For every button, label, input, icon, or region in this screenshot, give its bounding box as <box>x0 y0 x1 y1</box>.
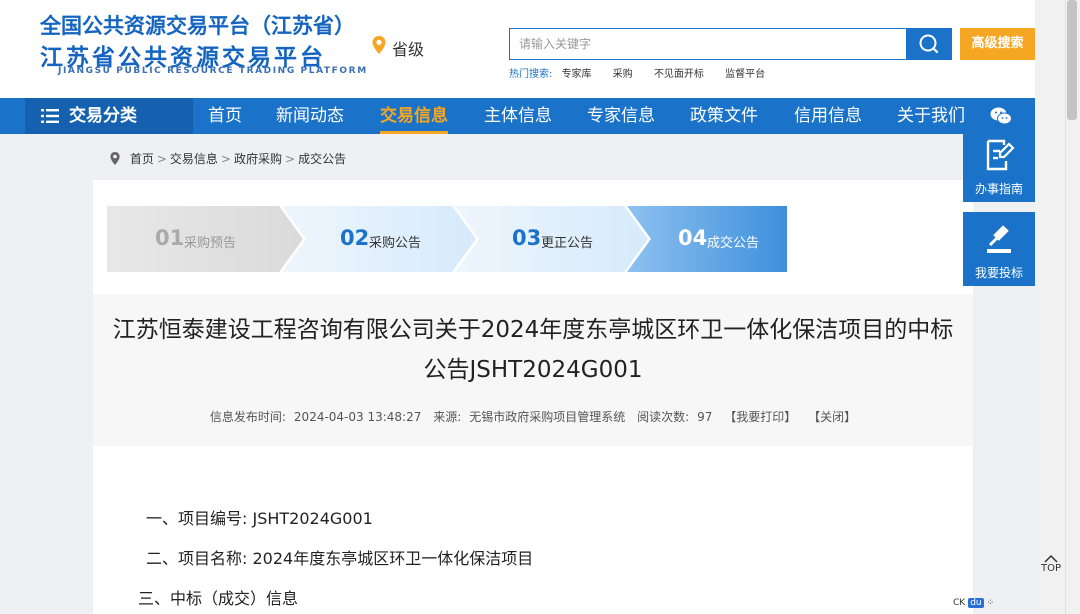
content-line-project-name: 二、项目名称: 2024年度东亭城区环卫一体化保洁项目 <box>146 549 534 568</box>
breadcrumb-link[interactable]: 交易信息 <box>170 152 218 166</box>
search-icon <box>919 34 939 54</box>
nav-item-credit[interactable]: 信用信息 <box>794 98 862 134</box>
hot-searches: 热门搜索: 专家库 采购 不见面开标 监督平台 <box>509 65 783 80</box>
back-to-top-label: TOP <box>1040 563 1061 574</box>
print-link[interactable]: 【我要打印】 <box>724 410 796 424</box>
breadcrumb-link[interactable]: 首页 <box>130 152 154 166</box>
publish-time: 2024-04-03 13:48:27 <box>293 410 422 424</box>
site-header: 全国公共资源交易平台（江苏省） 江苏省公共资源交易平台 JIANGSU PUBL… <box>0 0 1035 98</box>
category-menu-label: 交易分类 <box>69 106 137 126</box>
process-steps: 01 采购预告 02 采购公告 03 更正公告 04 成交公告 <box>107 206 787 272</box>
step-label: 更正公告 <box>541 236 594 251</box>
article-title: 江苏恒泰建设工程咨询有限公司关于2024年度东亭城区环卫一体化保洁项目的中标公告… <box>112 317 954 383</box>
du-badge[interactable]: du <box>968 598 984 608</box>
content-line-project-number: 一、项目编号: JSHT2024G001 <box>146 509 373 528</box>
guide-float-label: 办事指南 <box>974 182 1023 196</box>
hot-search-link[interactable]: 不见面开标 <box>654 69 704 80</box>
step-label: 成交公告 <box>707 236 760 251</box>
step-number: 03 <box>512 226 542 250</box>
nav-item-about[interactable]: 关于我们 <box>897 98 965 134</box>
nav-item-policy[interactable]: 政策文件 <box>690 98 758 134</box>
article-meta: 信息发布时间: 2024-04-03 13:48:27 来源: 无锡市政府采购项目管… <box>93 408 973 425</box>
chevron-up-icon <box>1044 554 1058 563</box>
search-box <box>509 28 907 60</box>
document-edit-icon <box>986 139 1015 171</box>
search-input[interactable] <box>510 29 907 59</box>
advanced-search-button[interactable]: 高级搜索 <box>960 28 1035 60</box>
dots-icon[interactable]: ⁘ <box>987 598 995 608</box>
guide-float-button[interactable]: 办事指南 <box>963 128 1035 202</box>
breadcrumb-current: 成交公告 <box>298 152 347 166</box>
source: 无锡市政府采购项目管理系统 <box>469 410 626 424</box>
hot-search-link[interactable]: 监督平台 <box>725 69 765 80</box>
step-number: 01 <box>155 226 185 250</box>
menu-list-icon <box>41 109 59 123</box>
gavel-icon <box>987 225 1011 253</box>
browser-tray: CK du ⁘ <box>953 598 994 608</box>
views-count: 97 <box>697 410 713 424</box>
main-nav: 交易分类 首页 新闻动态 交易信息 主体信息 专家信息 政策文件 信用信息 关于… <box>0 98 1035 134</box>
nav-item-home[interactable]: 首页 <box>208 98 242 134</box>
article-card: 01 采购预告 02 采购公告 03 更正公告 04 成交公告 江苏恒泰建设工程… <box>93 180 973 614</box>
step-number: 02 <box>340 226 370 250</box>
breadcrumb: 首页 > 交易信息 > 政府采购 > 成交公告 <box>110 150 346 167</box>
step-label: 采购预告 <box>184 236 237 251</box>
back-to-top-button[interactable]: TOP <box>1039 554 1063 584</box>
breadcrumb-pin-icon <box>110 152 120 165</box>
hot-search-link[interactable]: 采购 <box>613 69 633 80</box>
logo-title-cn-1[interactable]: 全国公共资源交易平台（江苏省） <box>40 10 355 40</box>
source-label: 来源: <box>433 410 462 424</box>
nav-item-trading-info[interactable]: 交易信息 <box>380 98 448 134</box>
nav-item-entity-info[interactable]: 主体信息 <box>484 98 552 134</box>
ck-badge[interactable]: CK <box>953 598 965 608</box>
breadcrumb-link[interactable]: 政府采购 <box>234 152 282 166</box>
location-pin-icon <box>372 36 386 54</box>
location-selector[interactable]: 省级 <box>392 36 424 60</box>
hot-search-link[interactable]: 专家库 <box>562 69 592 80</box>
publish-time-label: 信息发布时间: <box>209 410 286 424</box>
search-button[interactable] <box>906 28 952 60</box>
close-link[interactable]: 【关闭】 <box>808 410 856 424</box>
article-header: 江苏恒泰建设工程咨询有限公司关于2024年度东亭城区环卫一体化保洁项目的中标公告… <box>93 294 973 446</box>
hot-search-label: 热门搜索: <box>509 69 553 80</box>
views-label: 阅读次数: <box>637 410 690 424</box>
step-number: 04 <box>678 226 708 250</box>
bid-float-button[interactable]: 我要投标 <box>963 212 1035 286</box>
category-menu-button[interactable]: 交易分类 <box>25 98 193 134</box>
scrollbar-thumb[interactable] <box>1067 0 1077 120</box>
step-label: 采购公告 <box>369 236 422 251</box>
bid-float-label: 我要投标 <box>974 266 1023 280</box>
content-line-award-info: 三、中标（成交）信息 <box>138 589 299 608</box>
nav-item-expert-info[interactable]: 专家信息 <box>587 98 655 134</box>
logo-title-en: JIANGSU PUBLIC RESOURCE TRADING PLATFORM <box>58 66 368 76</box>
wechat-icon[interactable] <box>990 106 1012 126</box>
nav-item-news[interactable]: 新闻动态 <box>276 98 344 134</box>
article-body: 一、项目编号: JSHT2024G001 二、项目名称: 2024年度东亭城区环… <box>138 504 533 614</box>
